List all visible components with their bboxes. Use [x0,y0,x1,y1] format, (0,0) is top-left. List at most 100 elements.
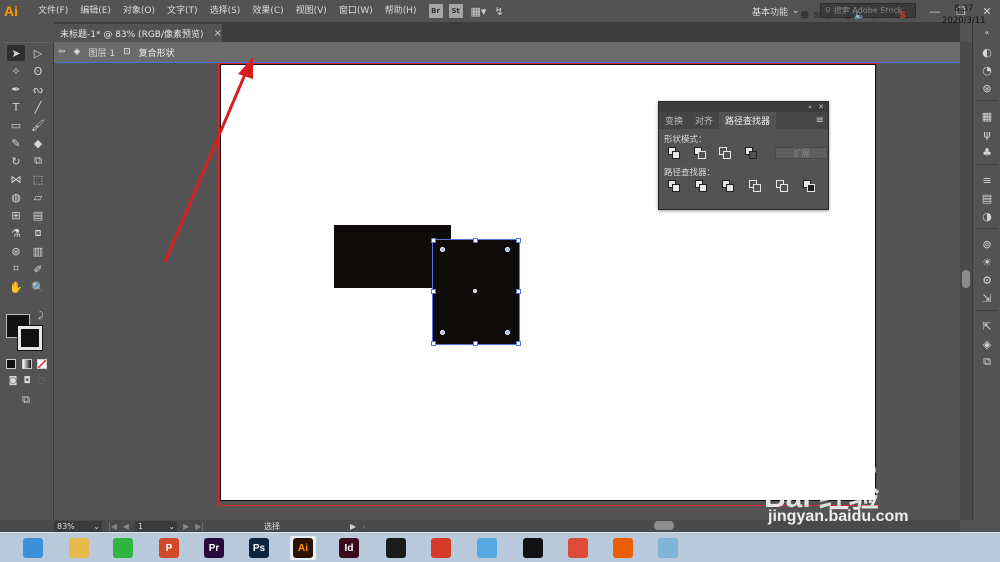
minus-front-icon[interactable] [693,146,707,160]
color-mode-icon[interactable] [6,359,16,369]
menu-edit[interactable]: 编辑(E) [74,0,117,22]
taskbar-app-photoshop[interactable]: Ps [246,536,272,560]
document-tab[interactable]: 未标题-1* @ 83% (RGB/像素预览) × [54,24,222,42]
handle-middle-right[interactable] [516,289,521,294]
anchor-point[interactable] [440,247,445,252]
layer-crumb[interactable]: 图层 1 [88,46,115,59]
previous-artboard-icon[interactable]: ◀ [123,522,129,531]
swatches-panel-icon[interactable]: ▦ [977,108,997,124]
menu-type[interactable]: 文字(T) [161,0,204,22]
hand-tool-icon[interactable]: ✋ [7,279,25,295]
taskbar-app-app-doc[interactable] [655,536,681,560]
taskbar-app-browser[interactable] [20,536,46,560]
crop-icon[interactable] [748,179,762,193]
merge-icon[interactable] [721,179,735,193]
workspace-switcher[interactable]: 基本功能 ⌄ [752,3,800,19]
taskbar-app-video[interactable] [383,536,409,560]
stroke-color-swatch[interactable] [17,325,43,351]
gradient-mode-icon[interactable] [22,359,32,369]
export-icon[interactable]: ⇱ [977,318,997,334]
taskbar-clock[interactable]: 8:37 2020/3/11 [942,3,986,27]
taskbar-app-wechat[interactable] [110,536,136,560]
perspective-grid-tool-icon[interactable]: ▱ [29,189,47,205]
intersect-icon[interactable] [718,146,732,160]
selection-tool-icon[interactable]: ➤ [7,45,25,61]
image-trace-icon[interactable]: ⚙ [977,272,997,288]
graphic-styles-icon[interactable]: ☀ [977,254,997,270]
direct-selection-tool-icon[interactable]: ▷ [29,45,47,61]
panel-title-bar[interactable]: « ✕ [659,102,828,112]
scroll-left-icon[interactable]: ‹ [362,522,365,531]
taskbar-app-firefox[interactable] [610,536,636,560]
brushes-panel-icon[interactable]: ψ [977,126,997,142]
arrange-documents-icon[interactable]: ▦▾ [471,5,487,18]
rectangle-tool-icon[interactable]: ▭ [7,117,25,133]
color-guide-icon[interactable]: ◔ [977,62,997,78]
shape-builder-tool-icon[interactable]: ◍ [7,189,25,205]
gpu-performance-icon[interactable]: ↯ [494,5,503,18]
taskbar-app-powerpoint[interactable]: P [156,536,182,560]
free-transform-tool-icon[interactable]: ⬚ [29,171,47,187]
input-method-icon[interactable]: 中 [869,9,878,22]
sogou-icon[interactable]: S [899,11,905,21]
rotate-tool-icon[interactable]: ↻ [7,153,25,169]
menu-select[interactable]: 选择(S) [204,0,247,22]
stroke-panel-icon[interactable]: ≡ [977,172,997,188]
tab-transform[interactable]: 变换 [659,112,689,129]
trim-icon[interactable] [694,179,708,193]
tray-icon[interactable]: ◉ [825,11,833,21]
asset-export-icon[interactable]: ⇲ [977,290,997,306]
transparency-panel-icon[interactable]: ◑ [977,208,997,224]
taskbar-app-app-bird[interactable] [474,536,500,560]
screen-mode-icon[interactable]: ⧉ [17,392,35,408]
width-tool-icon[interactable]: ⋈ [7,171,25,187]
mesh-tool-icon[interactable]: ⊞ [7,207,25,223]
taskbar-app-premiere[interactable]: Pr [201,536,227,560]
type-tool-icon[interactable]: T [7,99,25,115]
pen-tool-icon[interactable]: ✒ [7,81,25,97]
menu-view[interactable]: 视图(V) [290,0,333,22]
appearance-panel-icon[interactable]: ⊚ [977,236,997,252]
taskbar-app-explorer[interactable] [66,536,92,560]
network-icon[interactable]: ▮ [845,11,850,21]
stock-button[interactable]: St [448,4,463,18]
scale-tool-icon[interactable]: ⧉ [29,153,47,169]
symbol-sprayer-tool-icon[interactable]: ⊛ [7,243,25,259]
eraser-tool-icon[interactable]: ◆ [29,135,47,151]
volume-icon[interactable]: 🔈 [854,11,865,21]
outline-icon[interactable] [775,179,789,193]
artboards-panel-icon[interactable]: ⧉ [977,354,997,370]
unite-icon[interactable] [667,146,681,160]
group-crumb[interactable]: 复合形状 [139,46,175,59]
first-artboard-icon[interactable]: |◀ [108,522,117,531]
last-artboard-icon[interactable]: ▶| [195,522,204,531]
tab-align[interactable]: 对齐 [689,112,719,129]
magic-wand-tool-icon[interactable]: ✧ [7,63,25,79]
lasso-tool-icon[interactable]: ʘ [29,63,47,79]
line-tool-icon[interactable]: ╱ [29,99,47,115]
qq-tray-icon[interactable]: ☻ [800,11,809,21]
handle-bottom-right[interactable] [516,341,521,346]
next-artboard-icon[interactable]: ▶ [183,522,189,531]
recolor-icon[interactable]: ⊛ [977,80,997,96]
menu-help[interactable]: 帮助(H) [379,0,423,22]
tray-icon[interactable]: ⊠ [813,11,821,21]
expand-button[interactable]: 扩展 [775,147,828,159]
column-graph-tool-icon[interactable]: ▥ [29,243,47,259]
menu-window[interactable]: 窗口(W) [333,0,379,22]
handle-bottom-left[interactable] [431,341,436,346]
zoom-tool-icon[interactable]: 🔍 [29,279,47,295]
layers-panel-icon[interactable]: ◈ [977,336,997,352]
menu-file[interactable]: 文件(F) [32,0,74,22]
horizontal-scroll-thumb[interactable] [654,521,674,530]
taskbar-app-app-red[interactable] [428,536,454,560]
zoom-select[interactable]: 83% ⌄ [54,520,102,532]
blend-tool-icon[interactable]: ⧈ [29,225,47,241]
handle-top-right[interactable] [516,238,521,243]
handle-top-left[interactable] [431,238,436,243]
taskbar-app-qq[interactable] [520,536,546,560]
handle-bottom-center[interactable] [473,341,478,346]
artboard-tool-icon[interactable]: ⌗ [7,261,25,277]
taskbar-app-illustrator[interactable]: Ai [290,536,316,560]
close-panel-icon[interactable]: ✕ [818,103,824,111]
